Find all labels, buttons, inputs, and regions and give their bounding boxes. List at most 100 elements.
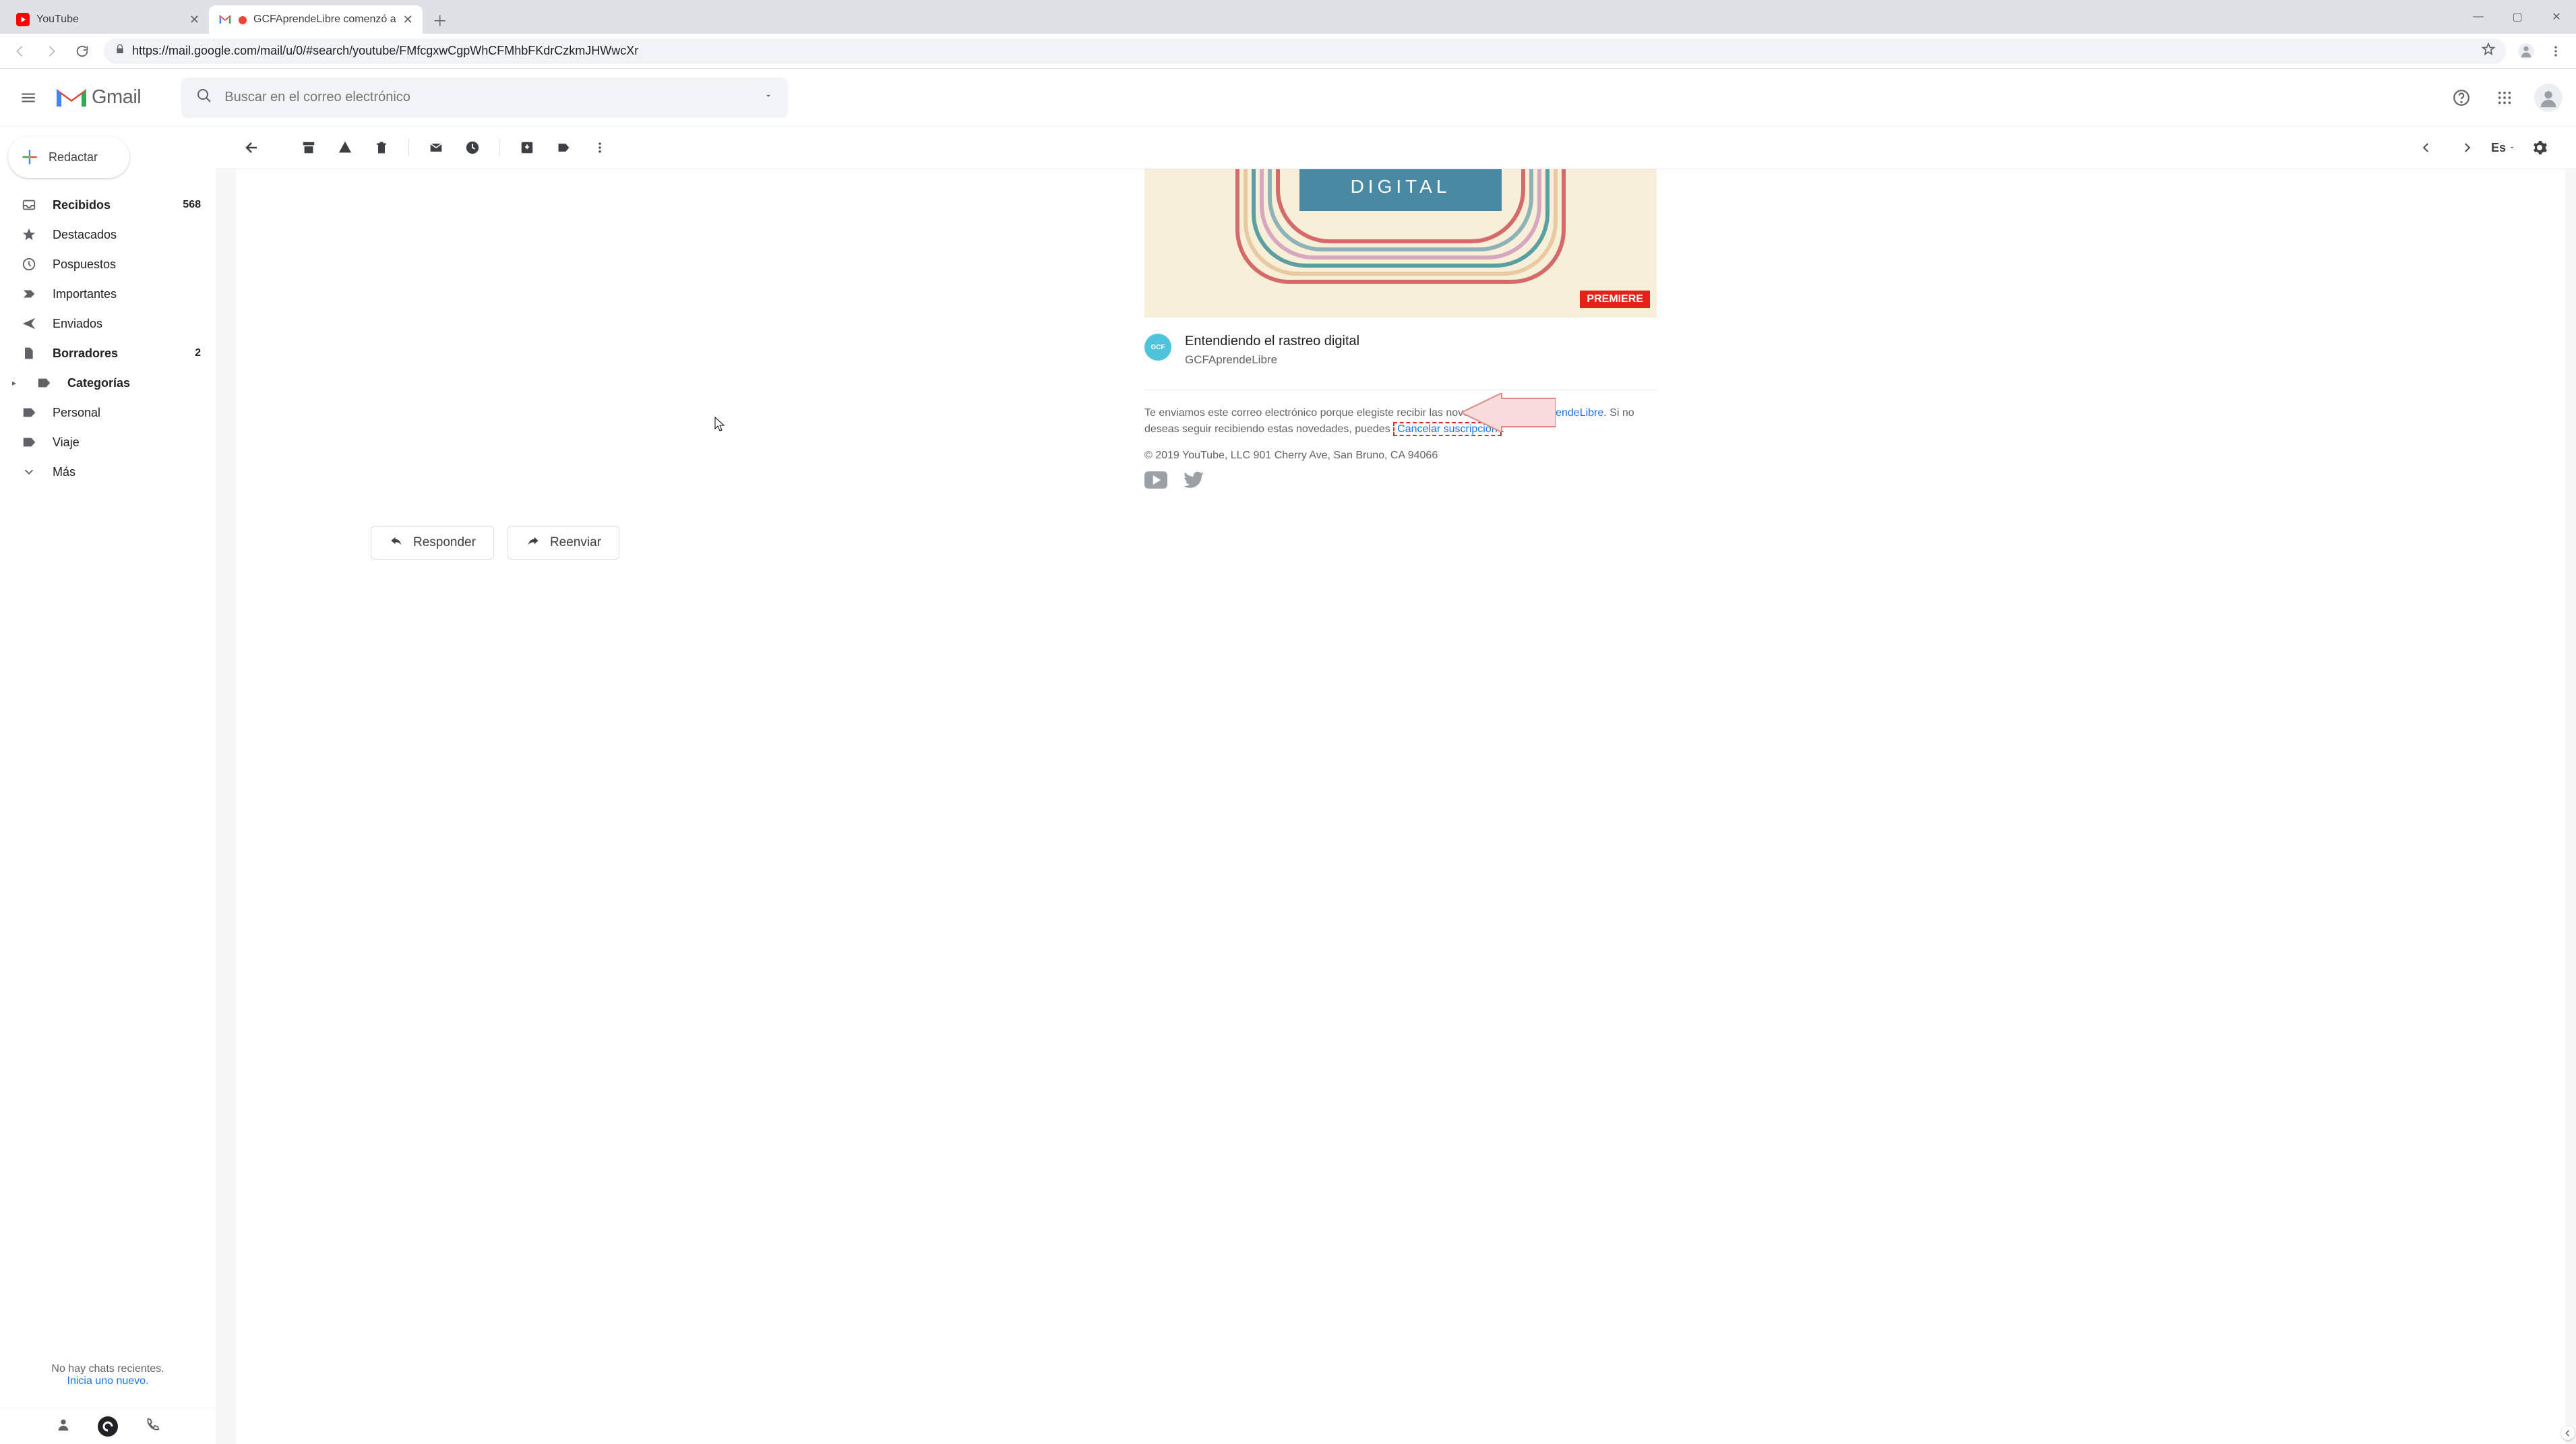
report-spam-button[interactable]	[329, 131, 361, 164]
close-icon[interactable]: ✕	[403, 13, 413, 26]
hangouts-bar	[0, 1408, 216, 1444]
compose-button[interactable]: Redactar	[8, 136, 129, 178]
google-apps-button[interactable]	[2491, 84, 2518, 111]
video-info-row: GCF Entendiendo el rastreo digital GCFAp…	[1144, 318, 1657, 383]
sidebar-item-starred[interactable]: Destacados	[0, 220, 216, 249]
gmail-header: Gmail	[0, 69, 2576, 127]
support-button[interactable]	[2448, 84, 2475, 111]
sidebar-item-inbox[interactable]: Recibidos 568	[0, 190, 216, 220]
main-menu-button[interactable]	[13, 83, 43, 113]
sidebar-item-label: Más	[53, 465, 201, 479]
channel-avatar[interactable]: GCF	[1144, 334, 1171, 361]
window-maximize-button[interactable]: ▢	[2498, 3, 2537, 31]
sidebar-item-label: Pospuestos	[53, 258, 201, 272]
plus-icon	[20, 148, 39, 167]
label-icon	[22, 405, 38, 420]
account-avatar[interactable]	[2534, 84, 2563, 112]
video-thumbnail[interactable]: DIGITAL PREMIERE	[1144, 169, 1657, 318]
cancel-subscription-link[interactable]: Cancelar suscripción	[1397, 423, 1498, 435]
nav-back-button[interactable]	[11, 42, 30, 61]
gmail-logo[interactable]: Gmail	[57, 86, 141, 109]
side-panel-toggle[interactable]	[2561, 1426, 2575, 1440]
social-row	[1144, 471, 1657, 492]
back-button[interactable]	[236, 131, 268, 164]
mark-unread-button[interactable]	[420, 131, 452, 164]
lang-code: Es	[2491, 141, 2506, 155]
inbox-icon	[22, 198, 38, 212]
sidebar-item-label: Personal	[53, 406, 201, 420]
channel-avatar-text: GCF	[1151, 344, 1165, 351]
tab-title: YouTube	[36, 13, 183, 26]
sidebar-item-snoozed[interactable]: Pospuestos	[0, 249, 216, 279]
profile-avatar[interactable]	[2518, 43, 2534, 59]
input-language-indicator[interactable]: Es	[2491, 141, 2515, 155]
reply-icon	[389, 535, 404, 551]
hangouts-icon[interactable]	[98, 1416, 118, 1437]
window-minimize-button[interactable]: —	[2459, 3, 2498, 31]
sidebar-item-categories[interactable]: ▸ Categorías	[0, 368, 216, 398]
twitter-icon[interactable]	[1184, 471, 1204, 492]
thumbnail-art: DIGITAL	[1235, 169, 1566, 304]
browser-menu-button[interactable]	[2546, 42, 2565, 61]
more-actions-button[interactable]	[584, 131, 616, 164]
toolbar-separator	[499, 139, 500, 156]
footer-text: Te enviamos este correo electrónico porq…	[1144, 405, 1657, 438]
mail-pane: Es DIGITAL PREMIERE	[216, 127, 2576, 1444]
phone-icon[interactable]	[145, 1417, 160, 1435]
settings-button[interactable]	[2523, 131, 2556, 164]
search-options-dropdown[interactable]	[764, 91, 773, 104]
nav-reload-button[interactable]	[73, 42, 92, 61]
search-input[interactable]	[224, 90, 752, 105]
gmail-icon	[218, 13, 232, 26]
older-button[interactable]	[2410, 131, 2443, 164]
important-icon	[22, 287, 38, 301]
nav-list: Recibidos 568 Destacados Pospuestos Impo…	[0, 190, 216, 487]
move-to-button[interactable]	[511, 131, 543, 164]
sidebar-item-drafts[interactable]: Borradores 2	[0, 338, 216, 368]
youtube-icon[interactable]	[1144, 471, 1167, 492]
archive-button[interactable]	[293, 131, 325, 164]
forward-button[interactable]: Reenviar	[508, 526, 619, 560]
channel-link[interactable]: GCFAprendeLibre	[1516, 407, 1603, 419]
contacts-icon[interactable]	[56, 1417, 71, 1435]
snooze-button[interactable]	[456, 131, 489, 164]
window-close-button[interactable]: ✕	[2537, 3, 2576, 31]
mail-content[interactable]: DIGITAL PREMIERE GCF Entendiendo el rast…	[216, 169, 2576, 1444]
tab-title: GCFAprendeLibre comenzó a	[253, 13, 396, 26]
sidebar-item-sent[interactable]: Enviados	[0, 309, 216, 338]
sidebar: Redactar Recibidos 568 Destacados Pospue…	[0, 127, 216, 1444]
sidebar-item-count: 2	[195, 347, 201, 359]
url-field[interactable]: https://mail.google.com/mail/u/0/#search…	[104, 38, 2506, 64]
gmail-wordmark: Gmail	[92, 86, 141, 109]
hangouts-empty-text: No hay chats recientes.	[13, 1363, 202, 1375]
message-card: DIGITAL PREMIERE GCF Entendiendo el rast…	[236, 169, 2565, 1444]
browser-tab-youtube[interactable]: YouTube ✕	[7, 5, 209, 34]
delete-button[interactable]	[365, 131, 398, 164]
new-tab-button[interactable]: ＋	[428, 8, 452, 32]
nav-forward-button[interactable]	[42, 42, 61, 61]
sidebar-item-personal[interactable]: Personal	[0, 398, 216, 427]
reply-button[interactable]: Responder	[371, 526, 494, 560]
recording-indicator-icon	[239, 16, 247, 24]
labels-button[interactable]	[547, 131, 580, 164]
bookmark-star-icon[interactable]	[2482, 42, 2495, 59]
browser-tab-gmail[interactable]: GCFAprendeLibre comenzó a ✕	[209, 5, 423, 34]
label-icon	[36, 375, 53, 390]
channel-name[interactable]: GCFAprendeLibre	[1185, 353, 1359, 367]
search-box[interactable]	[181, 78, 788, 118]
sidebar-item-label: Recibidos	[53, 198, 168, 212]
sidebar-item-count: 568	[183, 199, 201, 211]
sidebar-item-label: Borradores	[53, 347, 180, 361]
video-title[interactable]: Entendiendo el rastreo digital	[1185, 334, 1359, 349]
sidebar-item-travel[interactable]: Viaje	[0, 427, 216, 457]
reply-actions: Responder Reenviar	[371, 526, 2565, 560]
sidebar-item-more[interactable]: Más	[0, 457, 216, 487]
footer-text-pre: Te enviamos este correo electrónico porq…	[1144, 407, 1516, 419]
lock-icon	[115, 44, 125, 58]
reply-label: Responder	[413, 535, 476, 550]
sidebar-item-important[interactable]: Importantes	[0, 279, 216, 309]
search-icon[interactable]	[196, 88, 212, 107]
hangouts-start-new-link[interactable]: Inicia uno nuevo.	[67, 1375, 149, 1387]
close-icon[interactable]: ✕	[189, 13, 200, 26]
newer-button[interactable]	[2451, 131, 2483, 164]
